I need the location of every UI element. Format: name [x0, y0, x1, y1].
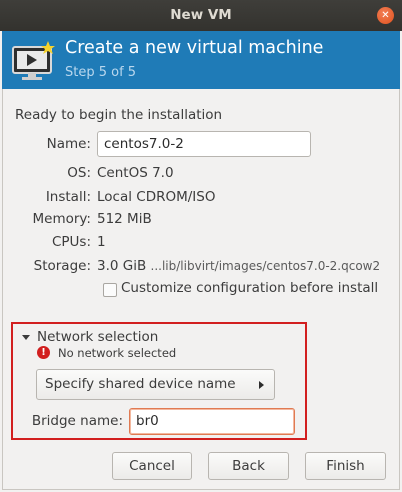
install-value: Local CDROM/ISO — [97, 189, 216, 205]
monitor-icon — [12, 41, 55, 80]
network-source-value: Specify shared device name — [45, 376, 236, 392]
memory-label: Memory: — [32, 211, 91, 227]
storage-label: Storage: — [33, 258, 91, 274]
close-icon[interactable]: ✕ — [377, 7, 394, 24]
storage-value: 3.0 GiB ...lib/libvirt/images/centos7.0-… — [97, 258, 380, 274]
finish-button[interactable]: Finish — [305, 452, 386, 480]
network-error-text: No network selected — [58, 346, 177, 360]
summary-heading: Ready to begin the installation — [15, 107, 223, 123]
cpus-label: CPUs: — [51, 234, 91, 250]
customize-label[interactable]: Customize configuration before install — [121, 280, 378, 296]
new-vm-dialog: New VM ✕ Create a new virtual machine St… — [0, 0, 402, 492]
expander-arrow-icon[interactable] — [22, 335, 30, 340]
name-label: Name: — [46, 136, 91, 152]
network-selection-expander[interactable]: Network selection — [37, 329, 158, 345]
name-field[interactable]: centos7.0-2 — [97, 131, 311, 157]
title-bar[interactable]: New VM ✕ — [0, 0, 402, 31]
error-icon: ! — [37, 346, 50, 359]
memory-value: 512 MiB — [97, 211, 152, 227]
bridge-name-label: Bridge name: — [31, 413, 123, 429]
bridge-name-field[interactable]: br0 — [129, 408, 295, 435]
cancel-button[interactable]: Cancel — [112, 452, 192, 480]
chevron-right-icon — [259, 381, 264, 389]
cpus-value: 1 — [97, 234, 106, 250]
banner-title: Create a new virtual machine — [65, 38, 324, 58]
header-banner: Create a new virtual machine Step 5 of 5 — [2, 31, 400, 89]
window-title: New VM — [170, 7, 232, 23]
network-source-dropdown[interactable]: Specify shared device name — [36, 369, 275, 400]
customize-checkbox[interactable] — [103, 283, 117, 297]
back-button[interactable]: Back — [208, 452, 289, 480]
os-value: CentOS 7.0 — [97, 165, 174, 181]
os-label: OS: — [67, 165, 91, 181]
install-label: Install: — [45, 189, 91, 205]
storage-size: 3.0 GiB — [97, 258, 147, 274]
storage-path: ...lib/libvirt/images/centos7.0-2.qcow2 — [150, 259, 381, 273]
step-indicator: Step 5 of 5 — [65, 65, 137, 80]
